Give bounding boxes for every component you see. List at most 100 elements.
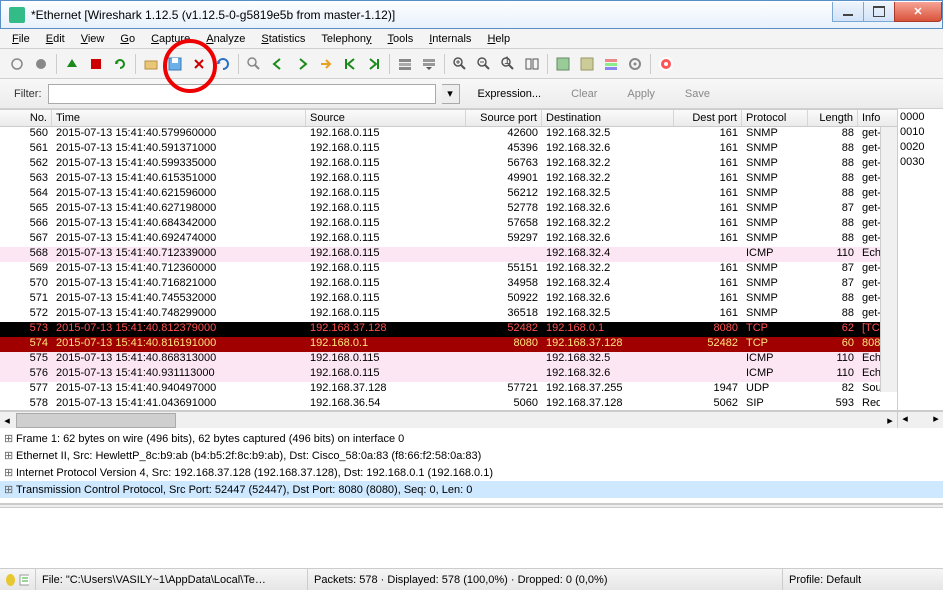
packet-row[interactable]: 5722015-07-13 15:41:40.748299000192.168.…	[0, 307, 880, 322]
expert-info-icon[interactable]	[6, 574, 15, 586]
packet-list-vscroll[interactable]	[880, 127, 897, 392]
packet-row[interactable]: 5622015-07-13 15:41:40.599335000192.168.…	[0, 157, 880, 172]
zoom-in-icon[interactable]	[449, 53, 471, 75]
capture-filters-icon[interactable]	[552, 53, 574, 75]
help-icon[interactable]	[655, 53, 677, 75]
col-time[interactable]: Time	[52, 110, 306, 126]
svg-text:1: 1	[504, 56, 510, 67]
col-destination[interactable]: Destination	[542, 110, 674, 126]
options-icon[interactable]	[30, 53, 52, 75]
hex-scroll-left-icon[interactable]: ◂	[898, 412, 912, 428]
expand-icon[interactable]: ⊞	[4, 449, 16, 462]
filter-dropdown-icon[interactable]: ▾	[442, 84, 460, 104]
detail-row[interactable]: ⊞Transmission Control Protocol, Src Port…	[0, 481, 943, 498]
filter-input[interactable]	[48, 84, 436, 104]
packet-row[interactable]: 5712015-07-13 15:41:40.745532000192.168.…	[0, 292, 880, 307]
packet-row[interactable]: 5772015-07-13 15:41:40.940497000192.168.…	[0, 382, 880, 397]
filter-save-button[interactable]: Save	[673, 88, 722, 100]
hex-offset: 0030	[900, 156, 941, 171]
menu-internals[interactable]: Internals	[421, 31, 479, 47]
goto-packet-icon[interactable]	[315, 53, 337, 75]
app-icon	[9, 7, 25, 23]
col-protocol[interactable]: Protocol	[742, 110, 808, 126]
goto-first-icon[interactable]	[339, 53, 361, 75]
zoom-reset-icon[interactable]: 1	[497, 53, 519, 75]
minimize-button[interactable]	[832, 2, 864, 22]
expand-icon[interactable]: ⊞	[4, 466, 16, 479]
close-button[interactable]	[894, 2, 942, 22]
col-source-port[interactable]: Source port	[466, 110, 542, 126]
menu-statistics[interactable]: Statistics	[253, 31, 313, 47]
open-file-icon[interactable]	[140, 53, 162, 75]
coloring-rules-icon[interactable]	[600, 53, 622, 75]
packet-details-pane[interactable]: ⊞Frame 1: 62 bytes on wire (496 bits), 6…	[0, 428, 943, 504]
stop-capture-icon[interactable]	[85, 53, 107, 75]
packet-row[interactable]: 5692015-07-13 15:41:40.712360000192.168.…	[0, 262, 880, 277]
col-source[interactable]: Source	[306, 110, 466, 126]
menu-go[interactable]: Go	[112, 31, 143, 47]
reload-icon[interactable]	[212, 53, 234, 75]
packet-row[interactable]: 5702015-07-13 15:41:40.716821000192.168.…	[0, 277, 880, 292]
packet-row[interactable]: 5612015-07-13 15:41:40.591371000192.168.…	[0, 142, 880, 157]
detail-row[interactable]: ⊞Frame 1: 62 bytes on wire (496 bits), 6…	[0, 430, 943, 447]
menu-view[interactable]: View	[73, 31, 113, 47]
detail-row[interactable]: ⊞Ethernet II, Src: HewlettP_8c:b9:ab (b4…	[0, 447, 943, 464]
filter-apply-button[interactable]: Apply	[615, 88, 667, 100]
scroll-right-icon[interactable]: ▸	[883, 414, 897, 427]
filter-toolbar: Filter: ▾ Expression... Clear Apply Save	[0, 79, 943, 109]
scroll-thumb[interactable]	[16, 413, 176, 428]
go-back-icon[interactable]	[267, 53, 289, 75]
menu-file[interactable]: File	[4, 31, 38, 47]
packet-row[interactable]: 5682015-07-13 15:41:40.712339000192.168.…	[0, 247, 880, 262]
scroll-left-icon[interactable]: ◂	[0, 414, 14, 427]
packet-row[interactable]: 5642015-07-13 15:41:40.621596000192.168.…	[0, 187, 880, 202]
autoscroll-icon[interactable]	[418, 53, 440, 75]
packet-row[interactable]: 5762015-07-13 15:41:40.931113000192.168.…	[0, 367, 880, 382]
detail-row[interactable]: ⊞Internet Protocol Version 4, Src: 192.1…	[0, 464, 943, 481]
packet-list-hscroll[interactable]: ◂ ▸ ◂ ▸	[0, 411, 943, 428]
display-filters-icon[interactable]	[576, 53, 598, 75]
packet-list-body[interactable]: 5602015-07-13 15:41:40.579960000192.168.…	[0, 127, 880, 409]
filter-clear-button[interactable]: Clear	[559, 88, 609, 100]
packet-row[interactable]: 5672015-07-13 15:41:40.692474000192.168.…	[0, 232, 880, 247]
menu-tools[interactable]: Tools	[380, 31, 422, 47]
filter-expression-button[interactable]: Expression...	[466, 88, 554, 100]
packet-row[interactable]: 5742015-07-13 15:41:40.816191000192.168.…	[0, 337, 880, 352]
expand-icon[interactable]: ⊞	[4, 483, 16, 496]
packet-row[interactable]: 5752015-07-13 15:41:40.868313000192.168.…	[0, 352, 880, 367]
hex-scroll-right-icon[interactable]: ▸	[929, 412, 943, 428]
save-file-icon[interactable]	[164, 53, 186, 75]
menu-capture[interactable]: Capture	[143, 31, 198, 47]
status-profile[interactable]: Profile: Default	[783, 569, 943, 590]
col-dest-port[interactable]: Dest port	[674, 110, 742, 126]
col-length[interactable]: Length	[808, 110, 858, 126]
packet-row[interactable]: 5632015-07-13 15:41:40.615351000192.168.…	[0, 172, 880, 187]
interfaces-icon[interactable]	[6, 53, 28, 75]
packet-row[interactable]: 5782015-07-13 15:41:41.043691000192.168.…	[0, 397, 880, 409]
menu-edit[interactable]: Edit	[38, 31, 73, 47]
start-capture-icon[interactable]	[61, 53, 83, 75]
col-no[interactable]: No.	[0, 110, 52, 126]
hex-offset-gutter: 0000001000200030	[897, 109, 943, 410]
maximize-button[interactable]	[863, 2, 895, 22]
packet-bytes-pane[interactable]	[0, 508, 943, 568]
menu-analyze[interactable]: Analyze	[198, 31, 253, 47]
resize-columns-icon[interactable]	[521, 53, 543, 75]
menu-telephony[interactable]: Telephony	[313, 31, 379, 47]
restart-capture-icon[interactable]	[109, 53, 131, 75]
packet-row[interactable]: 5602015-07-13 15:41:40.579960000192.168.…	[0, 127, 880, 142]
zoom-out-icon[interactable]	[473, 53, 495, 75]
find-icon[interactable]	[243, 53, 265, 75]
colorize-icon[interactable]	[394, 53, 416, 75]
packet-row[interactable]: 5732015-07-13 15:41:40.812379000192.168.…	[0, 322, 880, 337]
expand-icon[interactable]: ⊞	[4, 432, 16, 445]
menu-help[interactable]: Help	[479, 31, 518, 47]
packet-row[interactable]: 5662015-07-13 15:41:40.684342000192.168.…	[0, 217, 880, 232]
close-file-icon[interactable]	[188, 53, 210, 75]
main-toolbar: 1	[0, 49, 943, 79]
capture-comment-icon[interactable]	[18, 573, 29, 587]
preferences-icon[interactable]	[624, 53, 646, 75]
go-forward-icon[interactable]	[291, 53, 313, 75]
packet-row[interactable]: 5652015-07-13 15:41:40.627198000192.168.…	[0, 202, 880, 217]
goto-last-icon[interactable]	[363, 53, 385, 75]
